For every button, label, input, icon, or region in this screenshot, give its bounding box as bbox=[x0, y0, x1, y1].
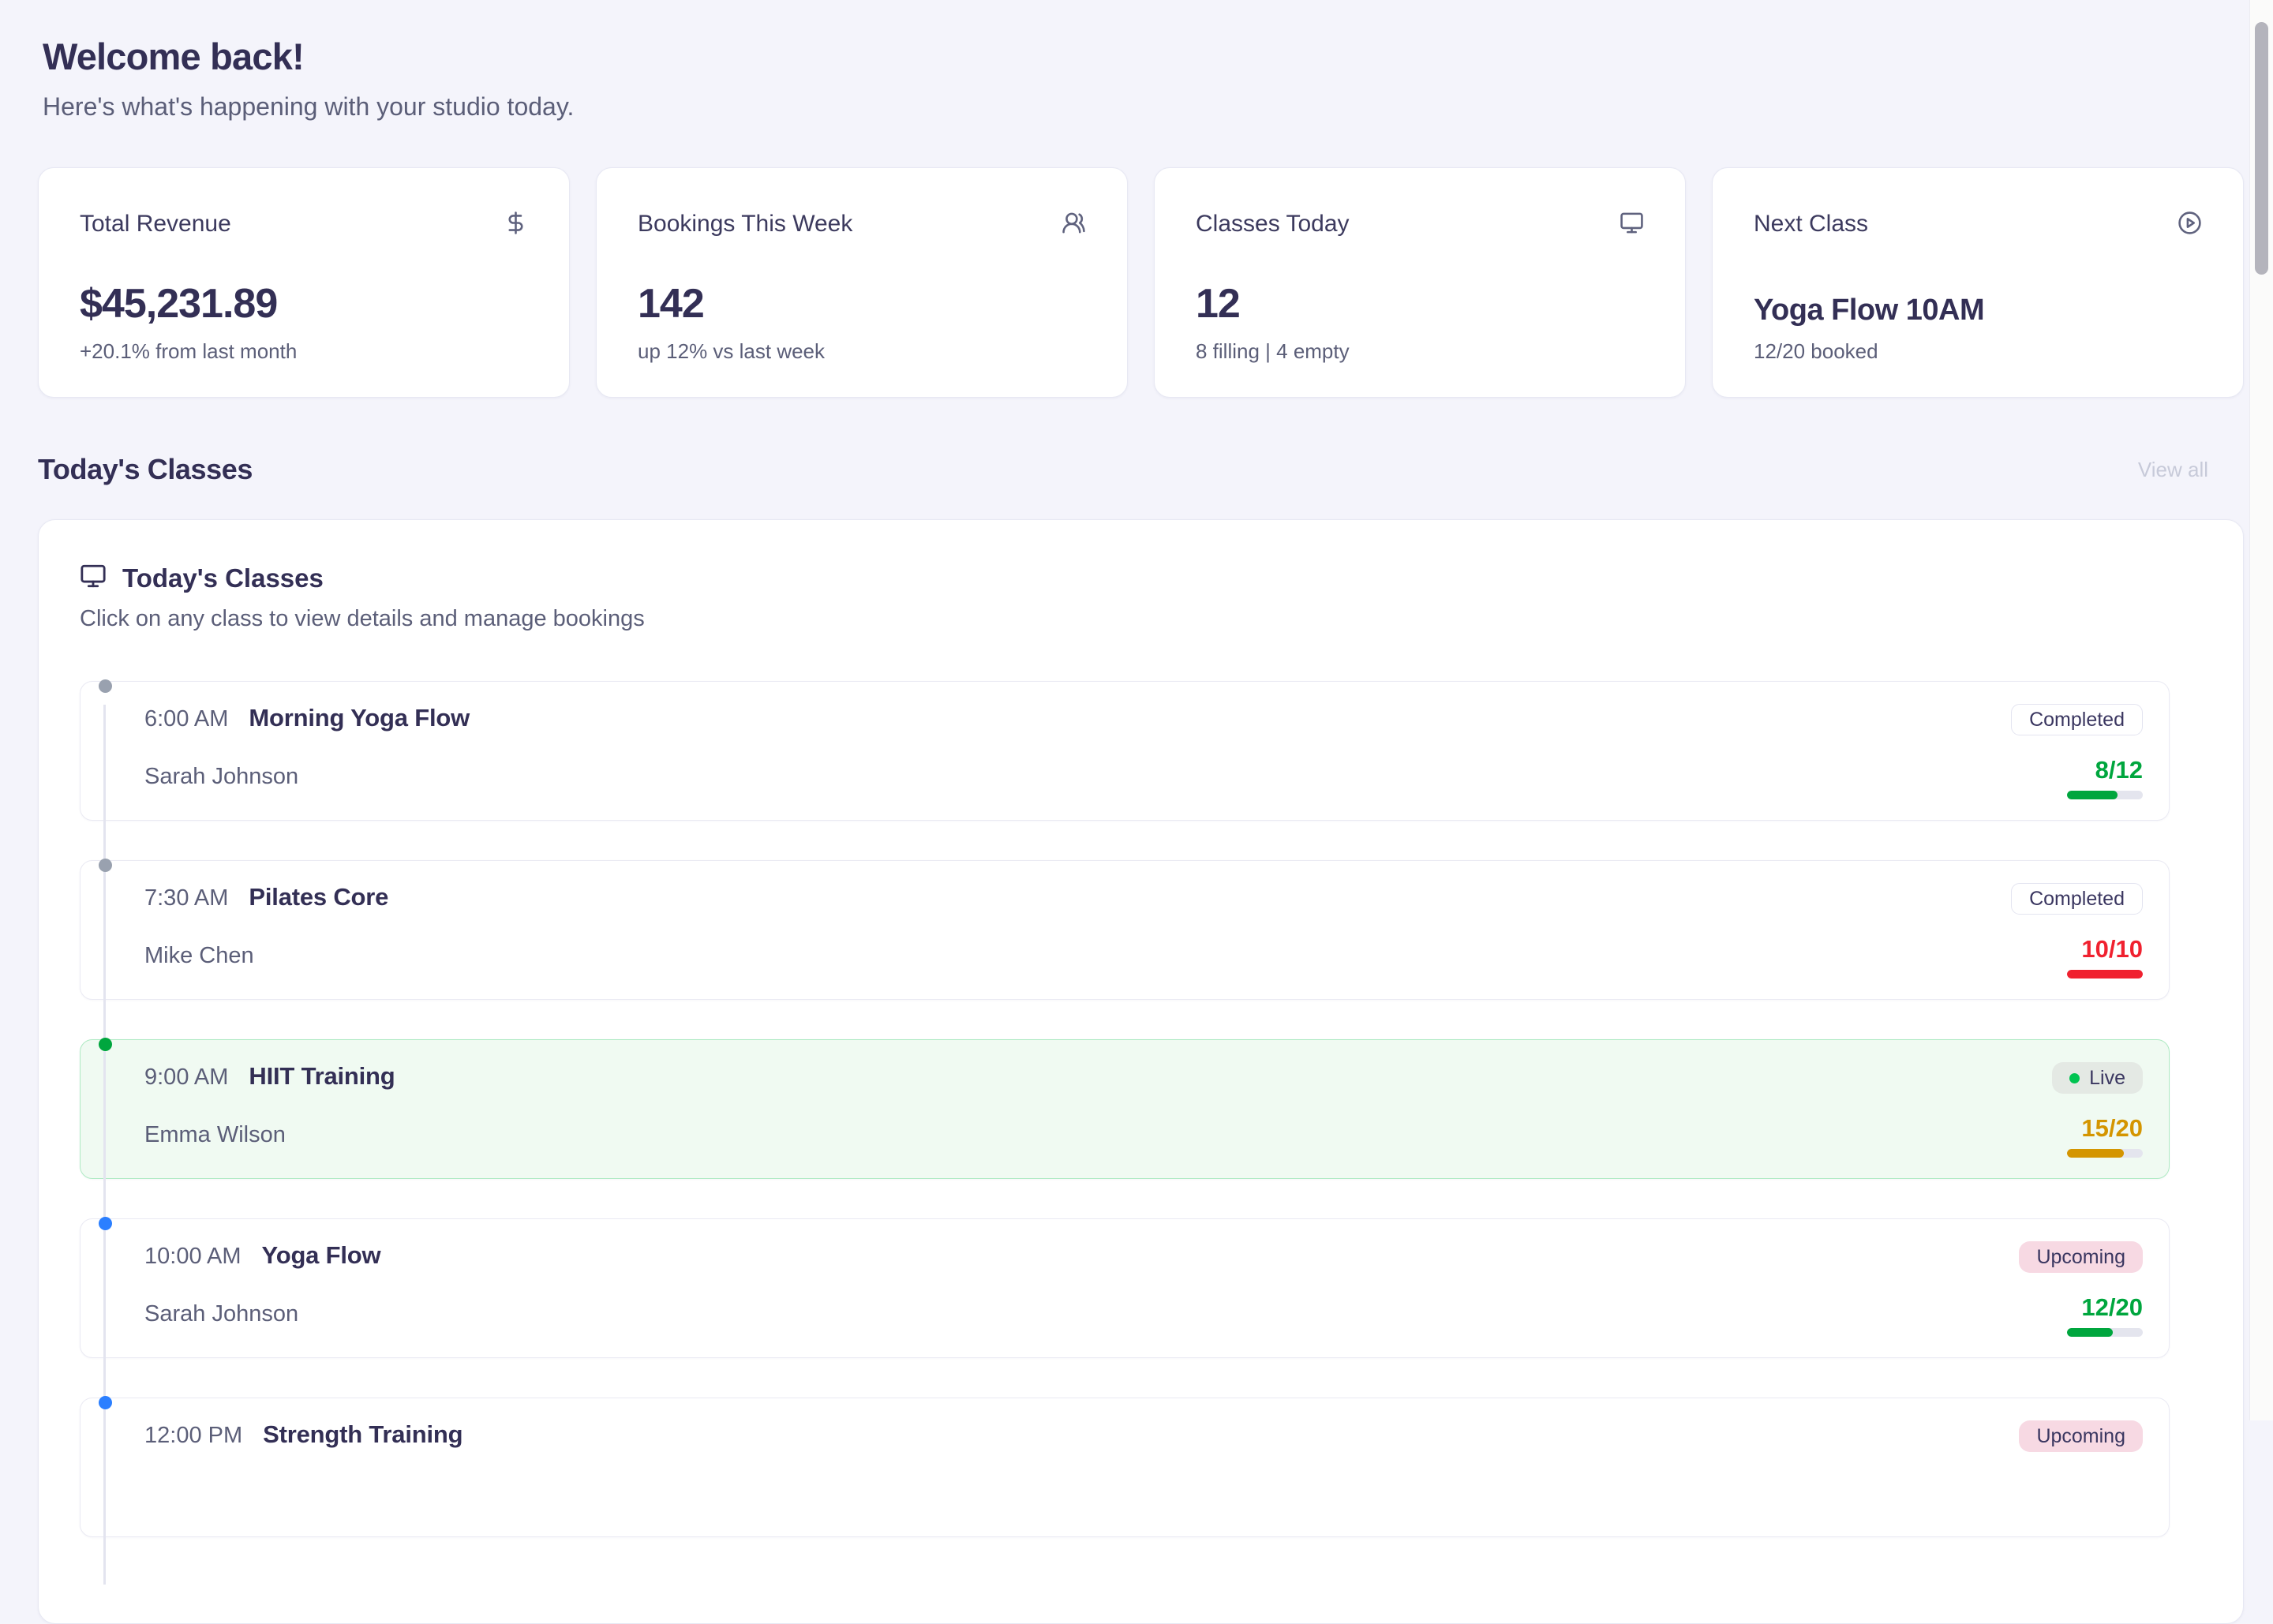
class-name: HIIT Training bbox=[249, 1062, 395, 1091]
stat-value: $45,231.89 bbox=[80, 280, 528, 327]
timeline-dot bbox=[99, 679, 112, 693]
class-time: 12:00 PM bbox=[144, 1423, 242, 1449]
capacity-bar bbox=[2067, 1149, 2143, 1158]
play-circle-icon bbox=[2178, 211, 2202, 235]
class-instructor: Mike Chen bbox=[144, 943, 388, 969]
class-time: 9:00 AM bbox=[144, 1065, 228, 1091]
capacity-bar-fill bbox=[2067, 1328, 2113, 1337]
class-name: Strength Training bbox=[263, 1420, 462, 1449]
class-row[interactable]: 6:00 AM Morning Yoga Flow Sarah Johnson … bbox=[80, 681, 2170, 821]
monitor-icon bbox=[80, 563, 107, 593]
page-title: Welcome back! bbox=[43, 35, 2244, 78]
timeline-dot bbox=[99, 1217, 112, 1230]
dashboard-page: Welcome back! Here's what's happening wi… bbox=[0, 0, 2273, 1624]
booking-count: 10/10 bbox=[2081, 935, 2143, 964]
stat-caption: +20.1% from last month bbox=[80, 339, 528, 364]
stat-label: Bookings This Week bbox=[638, 211, 852, 238]
stat-label: Classes Today bbox=[1196, 211, 1350, 238]
class-time: 6:00 AM bbox=[144, 706, 228, 732]
class-name: Morning Yoga Flow bbox=[249, 704, 470, 732]
capacity-bar-fill bbox=[2067, 970, 2143, 979]
stat-value: 142 bbox=[638, 280, 1086, 327]
status-badge: Completed bbox=[2011, 704, 2143, 735]
timeline-dot bbox=[99, 1038, 112, 1051]
capacity-bar-fill bbox=[2067, 1149, 2124, 1158]
stat-label: Total Revenue bbox=[80, 211, 231, 238]
stat-card-bookings-week: Bookings This Week 142 up 12% vs last we… bbox=[596, 167, 1128, 398]
stat-caption: up 12% vs last week bbox=[638, 339, 1086, 364]
status-badge: Upcoming bbox=[2019, 1420, 2143, 1452]
page-subtitle: Here's what's happening with your studio… bbox=[43, 92, 2244, 122]
status-badge: Upcoming bbox=[2019, 1241, 2143, 1273]
stat-caption: 12/20 booked bbox=[1754, 339, 2202, 364]
status-badge: Completed bbox=[2011, 883, 2143, 915]
timeline-dot bbox=[99, 1396, 112, 1409]
class-time: 7:30 AM bbox=[144, 885, 228, 911]
class-time: 10:00 AM bbox=[144, 1244, 242, 1270]
capacity-bar bbox=[2067, 791, 2143, 799]
booking-count: 12/20 bbox=[2081, 1293, 2143, 1322]
class-row[interactable]: 7:30 AM Pilates Core Mike Chen Completed… bbox=[80, 860, 2170, 1000]
stat-card-total-revenue: Total Revenue $45,231.89 +20.1% from las… bbox=[38, 167, 570, 398]
timeline-dot bbox=[99, 859, 112, 872]
class-instructor: Sarah Johnson bbox=[144, 1301, 380, 1327]
stat-value: Yoga Flow 10AM bbox=[1754, 294, 2202, 327]
status-badge: Live bbox=[2052, 1062, 2143, 1094]
scrollbar-track[interactable] bbox=[2249, 0, 2273, 1420]
capacity-bar bbox=[2067, 970, 2143, 979]
users-icon bbox=[1062, 211, 1086, 235]
card-subtitle: Click on any class to view details and m… bbox=[80, 606, 2202, 632]
class-row[interactable]: 12:00 PM Strength Training Upcoming bbox=[80, 1398, 2170, 1537]
class-list: 6:00 AM Morning Yoga Flow Sarah Johnson … bbox=[80, 681, 2170, 1537]
class-instructor: Sarah Johnson bbox=[144, 764, 470, 790]
class-instructor: Emma Wilson bbox=[144, 1122, 395, 1148]
booking-count: 15/20 bbox=[2081, 1114, 2143, 1143]
todays-classes-card: Today's Classes Click on any class to vi… bbox=[38, 519, 2244, 1624]
section-title: Today's Classes bbox=[38, 453, 253, 486]
class-name: Yoga Flow bbox=[262, 1241, 381, 1270]
class-name: Pilates Core bbox=[249, 883, 388, 911]
view-all-link[interactable]: View all bbox=[2138, 458, 2208, 482]
stat-card-next-class: Next Class Yoga Flow 10AM 12/20 booked bbox=[1712, 167, 2244, 398]
booking-count: 8/12 bbox=[2095, 756, 2143, 784]
capacity-bar bbox=[2067, 1328, 2143, 1337]
stat-caption: 8 filling | 4 empty bbox=[1196, 339, 1644, 364]
stat-value: 12 bbox=[1196, 280, 1644, 327]
dollar-sign-icon bbox=[504, 211, 528, 235]
monitor-icon bbox=[1620, 211, 1644, 235]
scrollbar-thumb[interactable] bbox=[2255, 22, 2268, 275]
stat-label: Next Class bbox=[1754, 211, 1868, 238]
capacity-bar-fill bbox=[2067, 791, 2118, 799]
class-row[interactable]: 9:00 AM HIIT Training Emma Wilson Live 1… bbox=[80, 1039, 2170, 1179]
stat-card-classes-today: Classes Today 12 8 filling | 4 empty bbox=[1154, 167, 1686, 398]
stat-cards: Total Revenue $45,231.89 +20.1% from las… bbox=[38, 167, 2244, 398]
class-row[interactable]: 10:00 AM Yoga Flow Sarah Johnson Upcomin… bbox=[80, 1218, 2170, 1358]
live-dot-icon bbox=[2069, 1073, 2080, 1083]
card-title: Today's Classes bbox=[122, 563, 324, 593]
